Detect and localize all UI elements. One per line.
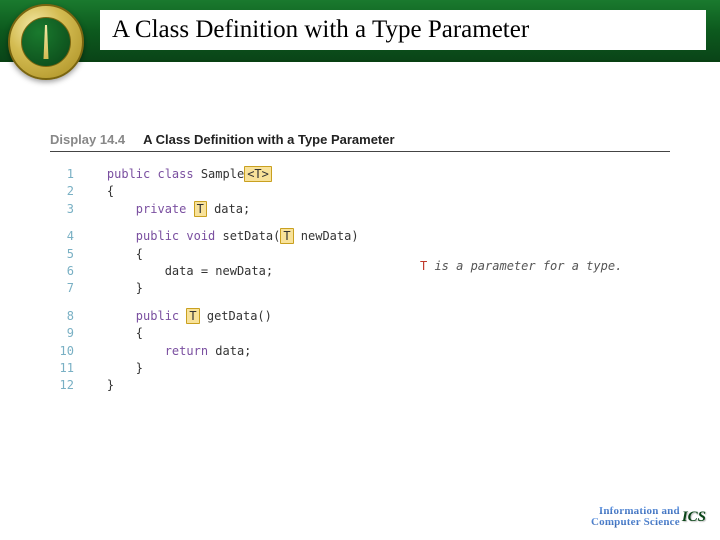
code-line: 3 private T data; [50,201,670,218]
code-line: 11 } [50,360,670,377]
code-text: } [78,360,670,377]
slide-title: A Class Definition with a Type Parameter [112,16,529,44]
code-line: 12 } [50,377,670,394]
university-logo [8,4,84,80]
department-logo: Information and Computer Science ICS [591,506,706,528]
code-text: } [78,377,670,394]
code-listing: T is a parameter for a type. 1 public cl… [50,166,670,395]
line-number: 4 [50,228,78,245]
code-text: return data; [78,343,670,360]
annotation-rest: is a parameter for a type. [427,259,622,273]
department-line2: Computer Science [591,517,680,528]
code-text: } [78,280,670,297]
code-text: { [78,325,670,342]
type-param-annotation: T is a parameter for a type. [420,258,622,275]
code-text: public void setData(T newData) [78,228,670,245]
line-number: 10 [50,343,78,360]
code-text: private T data; [78,201,670,218]
ics-badge: ICS [682,509,706,526]
line-number: 1 [50,166,78,183]
content-area: Display 14.4 A Class Definition with a T… [0,62,720,395]
code-text: public T getData() [78,308,670,325]
line-number: 12 [50,377,78,394]
line-number: 11 [50,360,78,377]
code-line: 8 public T getData() [50,308,670,325]
display-number: Display 14.4 [50,132,125,147]
title-block: A Class Definition with a Type Parameter [100,10,706,50]
display-caption: A Class Definition with a Type Parameter [143,132,394,147]
line-number: 6 [50,263,78,280]
code-blank-line [50,218,670,228]
code-text: public class Sample<T> [78,166,670,183]
line-number: 9 [50,325,78,342]
line-number: 7 [50,280,78,297]
department-text: Information and Computer Science [591,506,680,528]
code-line: 1 public class Sample<T> [50,166,670,183]
code-line: 2 { [50,183,670,200]
code-text: { [78,183,670,200]
line-number: 8 [50,308,78,325]
code-line: 10 return data; [50,343,670,360]
code-line: 9 { [50,325,670,342]
code-blank-line [50,298,670,308]
code-line: 7 } [50,280,670,297]
display-heading: Display 14.4 A Class Definition with a T… [50,132,670,152]
line-number: 5 [50,246,78,263]
code-line: 4 public void setData(T newData) [50,228,670,245]
line-number: 3 [50,201,78,218]
header-bar: A Class Definition with a Type Parameter [0,0,720,62]
line-number: 2 [50,183,78,200]
